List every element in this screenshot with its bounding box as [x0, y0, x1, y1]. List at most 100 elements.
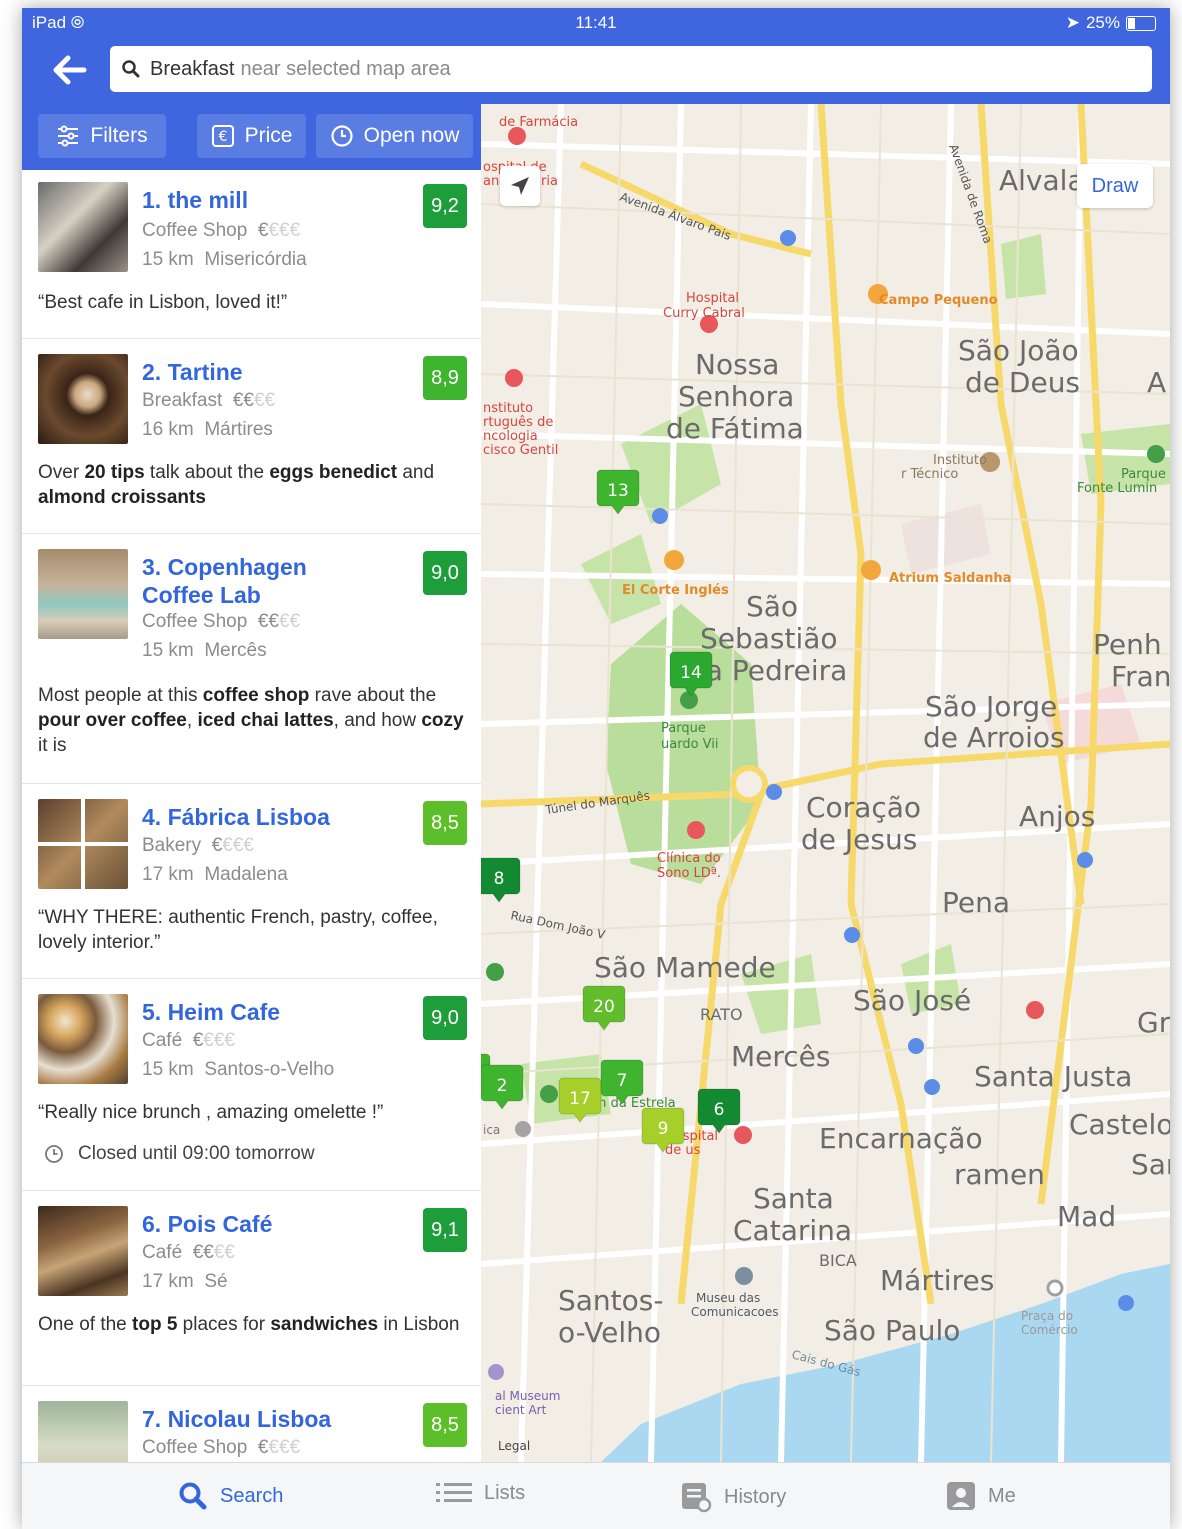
map-label-pena: Pena: [942, 886, 1010, 919]
search-input[interactable]: Breakfast near selected map area: [110, 46, 1152, 92]
tip-text: “Really nice brunch , amazing omelette !…: [38, 1102, 384, 1123]
list-item[interactable]: 5. Heim Cafe Café €€€€ 15 km Santos-o-Ve…: [22, 978, 481, 1191]
hours-status: Closed until 09:00 tomorrow: [44, 1143, 315, 1165]
place-name-line1: 3. Copenhagen: [142, 554, 307, 580]
map-label-hospital-lus-2: de us: [665, 1143, 701, 1158]
result-pin-number: 13: [607, 481, 629, 501]
result-pin-number: 14: [680, 663, 702, 683]
results-list[interactable]: 1. the mill Coffee Shop €€€€ 15 km Miser…: [22, 170, 482, 1462]
list-item[interactable]: 7. Nicolau Lisboa Coffee Shop €€€€ 8,5: [22, 1385, 481, 1462]
tab-me[interactable]: Me: [946, 1481, 1016, 1511]
map-label-parque-1: Parque: [661, 721, 706, 736]
place-category: Coffee Shop €€€€: [142, 220, 300, 242]
map-canvas[interactable]: Alvala São João de Deus A Nossa Senhora …: [481, 104, 1170, 1462]
place-name[interactable]: 1. the mill: [142, 186, 412, 214]
price-rest: €€: [279, 611, 301, 632]
place-category: Café €€€€: [142, 1030, 235, 1052]
status-bar: iPad ⦾ 11:41 ➤ 25%: [22, 8, 1170, 38]
filters-label: Filters: [90, 124, 148, 147]
price-rest: €€€: [203, 1030, 235, 1051]
list-item[interactable]: 2. Tartine Breakfast €€€€ 16 km Mártires…: [22, 338, 481, 534]
map-label-museu-2: Comunicacoes: [691, 1305, 778, 1319]
place-name[interactable]: 5. Heim Cafe: [142, 998, 412, 1026]
map-label-penha-2: Fran: [1111, 660, 1170, 693]
draw-button[interactable]: Draw: [1077, 164, 1153, 208]
clock-icon: [45, 1145, 63, 1163]
map-label-jorge-2: de Arroios: [923, 721, 1065, 754]
map-label-hospital-an: an: [483, 174, 499, 189]
place-name[interactable]: 2. Tartine: [142, 358, 412, 386]
price-button[interactable]: € Price: [197, 114, 306, 158]
filters-button[interactable]: Filters: [38, 114, 166, 158]
map-label-tecnico-1: Instituto: [933, 453, 987, 468]
map-label-museum-2: cient Art: [495, 1403, 547, 1417]
price-level: €€: [257, 611, 279, 632]
map-label-hospital-curry-2: Curry Cabral: [663, 306, 745, 321]
list-item[interactable]: 1. the mill Coffee Shop €€€€ 15 km Miser…: [22, 170, 481, 339]
place-location: 17 km Sé: [142, 1271, 228, 1293]
map-view[interactable]: Alvala São João de Deus A Nossa Senhora …: [481, 104, 1170, 1462]
list-item[interactable]: 4. Fábrica Lisboa Bakery €€€€ 17 km Mada…: [22, 783, 481, 979]
map-label-ica: ica: [483, 1123, 500, 1137]
result-pin-number: 20: [593, 997, 615, 1017]
search-query: Breakfast: [150, 57, 235, 80]
map-label-parque-2: uardo Vii: [661, 737, 719, 752]
map-label-museu-1: Museu das: [696, 1291, 760, 1305]
price-rest: €€€: [222, 835, 254, 856]
map-label-hospital-ria: ria: [541, 174, 558, 189]
map-label-clinica-1: Clínica do: [657, 851, 721, 866]
neighborhood: Sé: [204, 1271, 228, 1292]
place-category: Breakfast €€€€: [142, 390, 275, 412]
map-label-hospital-curry-1: Hospital: [686, 291, 739, 306]
locate-button[interactable]: [500, 166, 540, 206]
map-label-merces: Mercês: [731, 1040, 831, 1073]
place-name[interactable]: 6. Pois Café: [142, 1210, 412, 1238]
map-label-santa-1: Santa: [753, 1182, 834, 1215]
map-label-coracao-1: Coração: [806, 791, 921, 824]
profile-icon: [947, 1482, 975, 1510]
place-name[interactable]: 3. Copenhagen Coffee Lab: [142, 553, 412, 609]
map-label-farmacia: de Farmácia: [499, 115, 578, 130]
map-label-santos-1: Santos-: [558, 1284, 663, 1317]
place-location: 15 km Misericórdia: [142, 249, 307, 271]
tab-history[interactable]: History: [678, 1481, 786, 1513]
tab-search-label: Search: [220, 1484, 284, 1507]
svg-text:€: €: [218, 129, 227, 145]
map-label-castelo: Castelo: [1069, 1108, 1170, 1141]
tab-lists[interactable]: Lists: [436, 1481, 525, 1505]
history-icon: [682, 1483, 712, 1513]
open-now-button[interactable]: Open now: [316, 114, 473, 158]
place-photo: [38, 182, 128, 272]
place-name[interactable]: 7. Nicolau Lisboa: [142, 1405, 412, 1433]
tip-text: One of the top 5 places for sandwiches i…: [38, 1314, 460, 1335]
search-icon: [179, 1482, 207, 1510]
list-item[interactable]: 3. Copenhagen Coffee Lab Coffee Shop €€€€…: [22, 533, 481, 784]
score-badge: 9,2: [423, 184, 467, 228]
map-label-sebastiao-1: São: [746, 590, 798, 623]
place-location: 17 km Madalena: [142, 864, 288, 886]
tip-text: “WHY THERE: authentic French, pastry, co…: [38, 907, 438, 953]
neighborhood: Misericórdia: [204, 249, 307, 270]
place-location: 16 km Mártires: [142, 419, 273, 441]
map-label-instituto-2: rtuguês de: [483, 415, 553, 430]
map-label-instituto-1: nstituto: [483, 401, 533, 416]
map-label-santa-justa: Santa Justa: [974, 1060, 1132, 1093]
list-item[interactable]: 6. Pois Café Café €€€€ 17 km Sé 9,1 One …: [22, 1190, 481, 1386]
place-location: 15 km Santos-o-Velho: [142, 1059, 334, 1081]
clock-icon: [331, 125, 353, 147]
price-level: €: [257, 1437, 269, 1458]
place-category: Café €€€€: [142, 1242, 235, 1264]
tab-search[interactable]: Search: [178, 1481, 283, 1511]
map-label-sao-jose: São José: [853, 984, 971, 1017]
category-text: Coffee Shop: [142, 220, 248, 241]
search-context: near selected map area: [240, 57, 451, 80]
legal-link[interactable]: Legal: [498, 1439, 530, 1453]
price-level: €€: [192, 1242, 214, 1263]
place-name[interactable]: 4. Fábrica Lisboa: [142, 803, 412, 831]
place-photo: [38, 799, 128, 889]
place-category: Bakery €€€€: [142, 835, 254, 857]
filter-bar: Filters € Price Open now: [22, 104, 481, 170]
back-arrow-icon[interactable]: [50, 50, 90, 90]
price-rest: €€: [213, 1242, 235, 1263]
map-label-sao-joao-2: de Deus: [965, 366, 1080, 399]
